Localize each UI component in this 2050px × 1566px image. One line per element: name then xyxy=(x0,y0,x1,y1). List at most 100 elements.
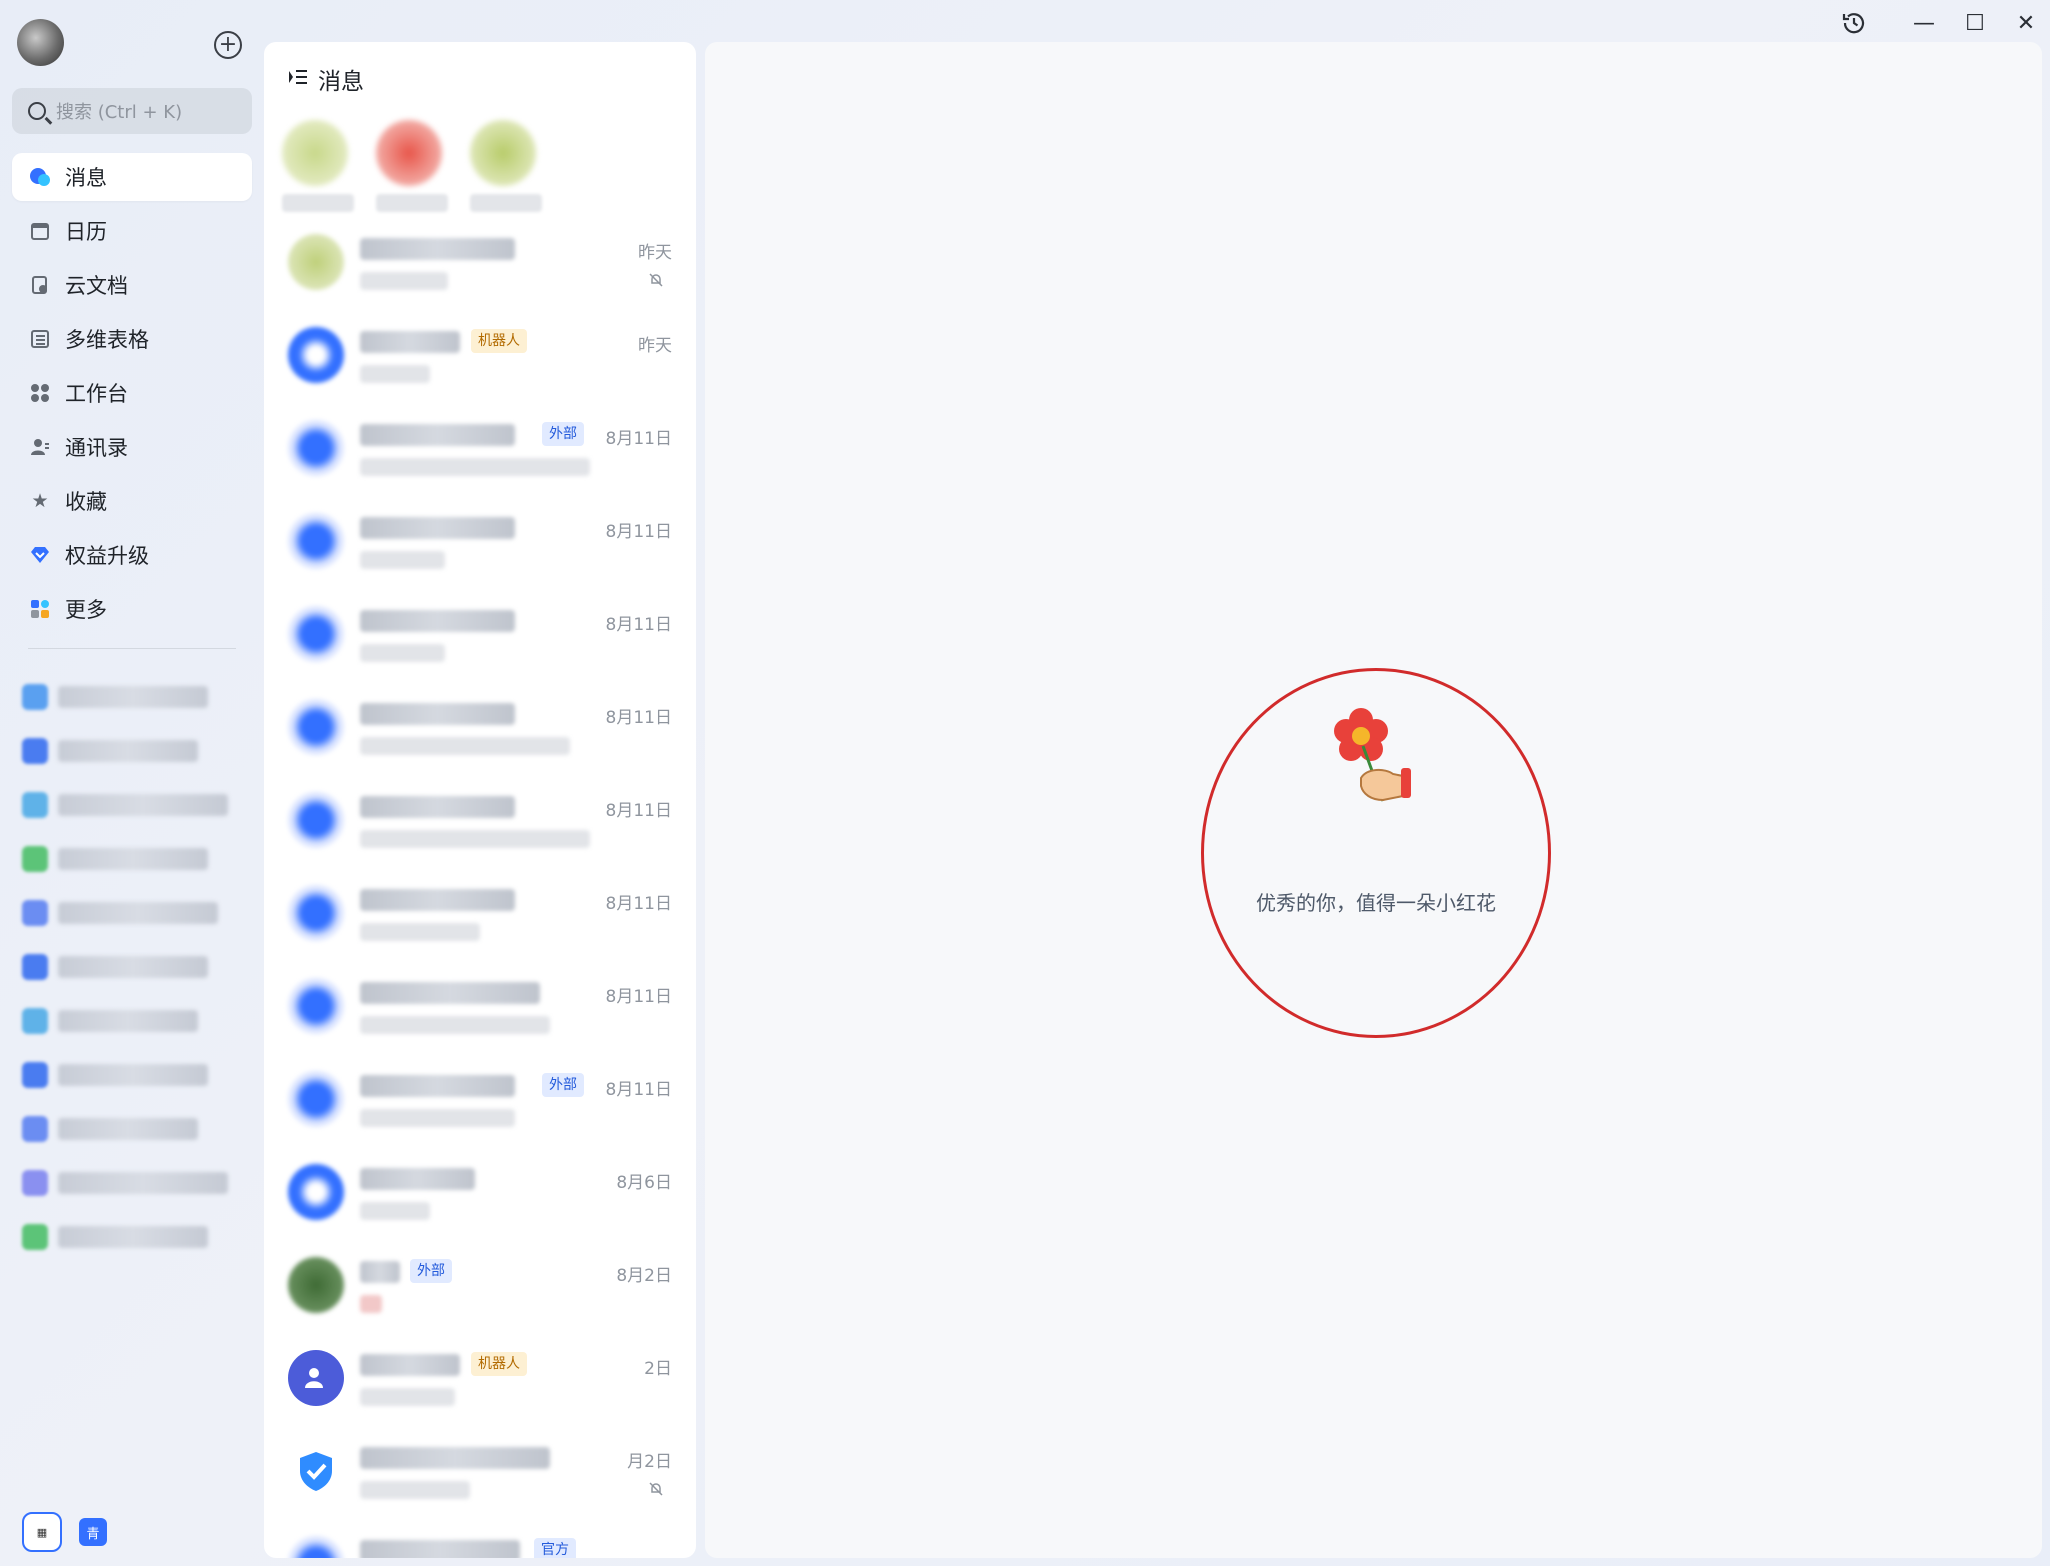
app-badge-icon[interactable]: 青 xyxy=(79,1518,107,1546)
conversation-time: 8月11日 xyxy=(605,894,672,914)
pinned-item[interactable] xyxy=(22,724,242,778)
calendar-icon xyxy=(29,220,51,242)
conversation-avatar xyxy=(288,1536,344,1558)
nav-item-favorites[interactable]: ★ 收藏 xyxy=(12,477,252,525)
conversation-list: 昨天 机器人 昨天 外部 8月11日 8月11日 8月11日 8月11日 8月1… xyxy=(264,222,696,1558)
external-tag: 外部 xyxy=(542,1073,584,1097)
conversation-name xyxy=(360,238,515,260)
pinned-item[interactable] xyxy=(22,670,242,724)
conversation-row[interactable]: 8月6日 xyxy=(264,1152,696,1245)
pinned-item[interactable] xyxy=(22,886,242,940)
search-placeholder: 搜索 (Ctrl + K) xyxy=(56,102,183,123)
conversation-preview xyxy=(360,1295,382,1313)
conversation-preview xyxy=(360,1202,430,1220)
conversation-preview xyxy=(360,458,590,476)
conversation-row[interactable]: 昨天 xyxy=(264,222,696,315)
base-table-icon xyxy=(29,328,51,350)
conversation-preview xyxy=(360,1109,515,1127)
more-apps-icon xyxy=(29,598,51,620)
nav-item-contacts[interactable]: 通讯录 xyxy=(12,423,252,471)
nav-item-base[interactable]: 多维表格 xyxy=(12,315,252,363)
nav-item-workplace[interactable]: 工作台 xyxy=(12,369,252,417)
conversation-time: 2日 xyxy=(644,1359,672,1379)
sidebar-divider xyxy=(28,648,236,649)
pinned-item[interactable] xyxy=(22,1102,242,1156)
pinned-item[interactable] xyxy=(22,778,242,832)
nav-item-label: 通讯录 xyxy=(65,436,128,460)
pinned-item[interactable] xyxy=(22,1048,242,1102)
conversation-row[interactable]: 8月11日 xyxy=(264,780,696,873)
message-bubble-icon xyxy=(29,166,51,188)
pinned-list xyxy=(22,670,242,1264)
add-button[interactable]: + xyxy=(214,31,242,59)
mute-bell-icon xyxy=(648,272,664,292)
conversation-preview xyxy=(360,1016,550,1034)
conversation-row[interactable]: 8月11日 xyxy=(264,687,696,780)
conversation-time: 月2日 xyxy=(627,1452,672,1472)
quick-contact[interactable] xyxy=(282,120,354,212)
conversation-preview xyxy=(360,272,448,290)
history-clock-icon[interactable] xyxy=(1836,8,1872,38)
chat-list-header: 消息 xyxy=(288,62,364,96)
pinned-item[interactable] xyxy=(22,1156,242,1210)
nav-item-cloud-docs[interactable]: 云文档 xyxy=(12,261,252,309)
minimize-button[interactable]: — xyxy=(1906,8,1942,38)
conversation-row[interactable]: 机器人 2日 xyxy=(264,1338,696,1431)
cloud-doc-icon xyxy=(29,274,51,296)
conversation-row[interactable]: 外部 8月11日 xyxy=(264,408,696,501)
conversation-avatar xyxy=(288,1071,344,1127)
quick-contacts xyxy=(282,120,542,212)
conversation-row[interactable]: 外部 8月2日 xyxy=(264,1245,696,1338)
conversation-time: 8月11日 xyxy=(605,801,672,821)
conversation-avatar xyxy=(288,420,344,476)
conversation-avatar xyxy=(288,1164,344,1220)
conversation-name xyxy=(360,424,515,446)
conversation-row[interactable]: 月2日 xyxy=(264,1431,696,1524)
search-icon xyxy=(28,102,46,120)
chat-list-title: 消息 xyxy=(318,69,364,95)
conversation-avatar xyxy=(288,978,344,1034)
diamond-icon xyxy=(29,544,51,566)
nav-item-more[interactable]: 更多 xyxy=(12,585,252,633)
conversation-time: 昨天 xyxy=(638,336,672,356)
chat-list-panel: 消息 昨天 机器人 昨天 外部 8月11日 8月11日 8月11日 8月11日 … xyxy=(264,42,696,1558)
conversation-preview xyxy=(360,737,570,755)
conversation-avatar xyxy=(288,792,344,848)
nav-item-messages[interactable]: 消息 xyxy=(12,153,252,201)
nav-item-label: 多维表格 xyxy=(65,328,149,352)
list-toggle-icon[interactable] xyxy=(288,67,308,91)
user-avatar[interactable] xyxy=(17,19,64,66)
close-button[interactable]: ✕ xyxy=(2008,8,2044,38)
conversation-row[interactable]: 官方 xyxy=(264,1524,696,1558)
mute-bell-icon xyxy=(648,1481,664,1501)
conversation-row[interactable]: 8月11日 xyxy=(264,873,696,966)
conversation-name xyxy=(360,796,515,818)
pinned-item[interactable] xyxy=(22,994,242,1048)
quick-contact[interactable] xyxy=(470,120,542,212)
conversation-row[interactable]: 8月11日 xyxy=(264,966,696,1059)
pinned-item[interactable] xyxy=(22,832,242,886)
workplace-grid-icon xyxy=(29,382,51,404)
external-tag: 外部 xyxy=(410,1259,452,1283)
conversation-time: 8月2日 xyxy=(616,1266,672,1286)
maximize-button[interactable]: ☐ xyxy=(1957,8,1993,38)
conversation-row[interactable]: 8月11日 xyxy=(264,501,696,594)
pinned-item[interactable] xyxy=(22,940,242,994)
pinned-item[interactable] xyxy=(22,1210,242,1264)
contacts-icon xyxy=(29,436,51,458)
conversation-time: 8月11日 xyxy=(605,615,672,635)
conversation-row[interactable]: 外部 8月11日 xyxy=(264,1059,696,1152)
nav-item-calendar[interactable]: 日历 xyxy=(12,207,252,255)
nav-item-upgrade[interactable]: 权益升级 xyxy=(12,531,252,579)
quick-contact[interactable] xyxy=(376,120,448,212)
conversation-row[interactable]: 8月11日 xyxy=(264,594,696,687)
official-tag: 官方 xyxy=(534,1538,576,1558)
bot-tag: 机器人 xyxy=(471,1352,527,1376)
search-box[interactable]: 搜索 (Ctrl + K) xyxy=(12,88,252,134)
conversation-preview xyxy=(360,644,445,662)
workspace-switcher-icon[interactable]: ▦ xyxy=(22,1512,62,1552)
conversation-avatar xyxy=(288,699,344,755)
conversation-row[interactable]: 机器人 昨天 xyxy=(264,315,696,408)
conversation-avatar xyxy=(288,234,344,290)
plus-icon: + xyxy=(218,32,238,57)
